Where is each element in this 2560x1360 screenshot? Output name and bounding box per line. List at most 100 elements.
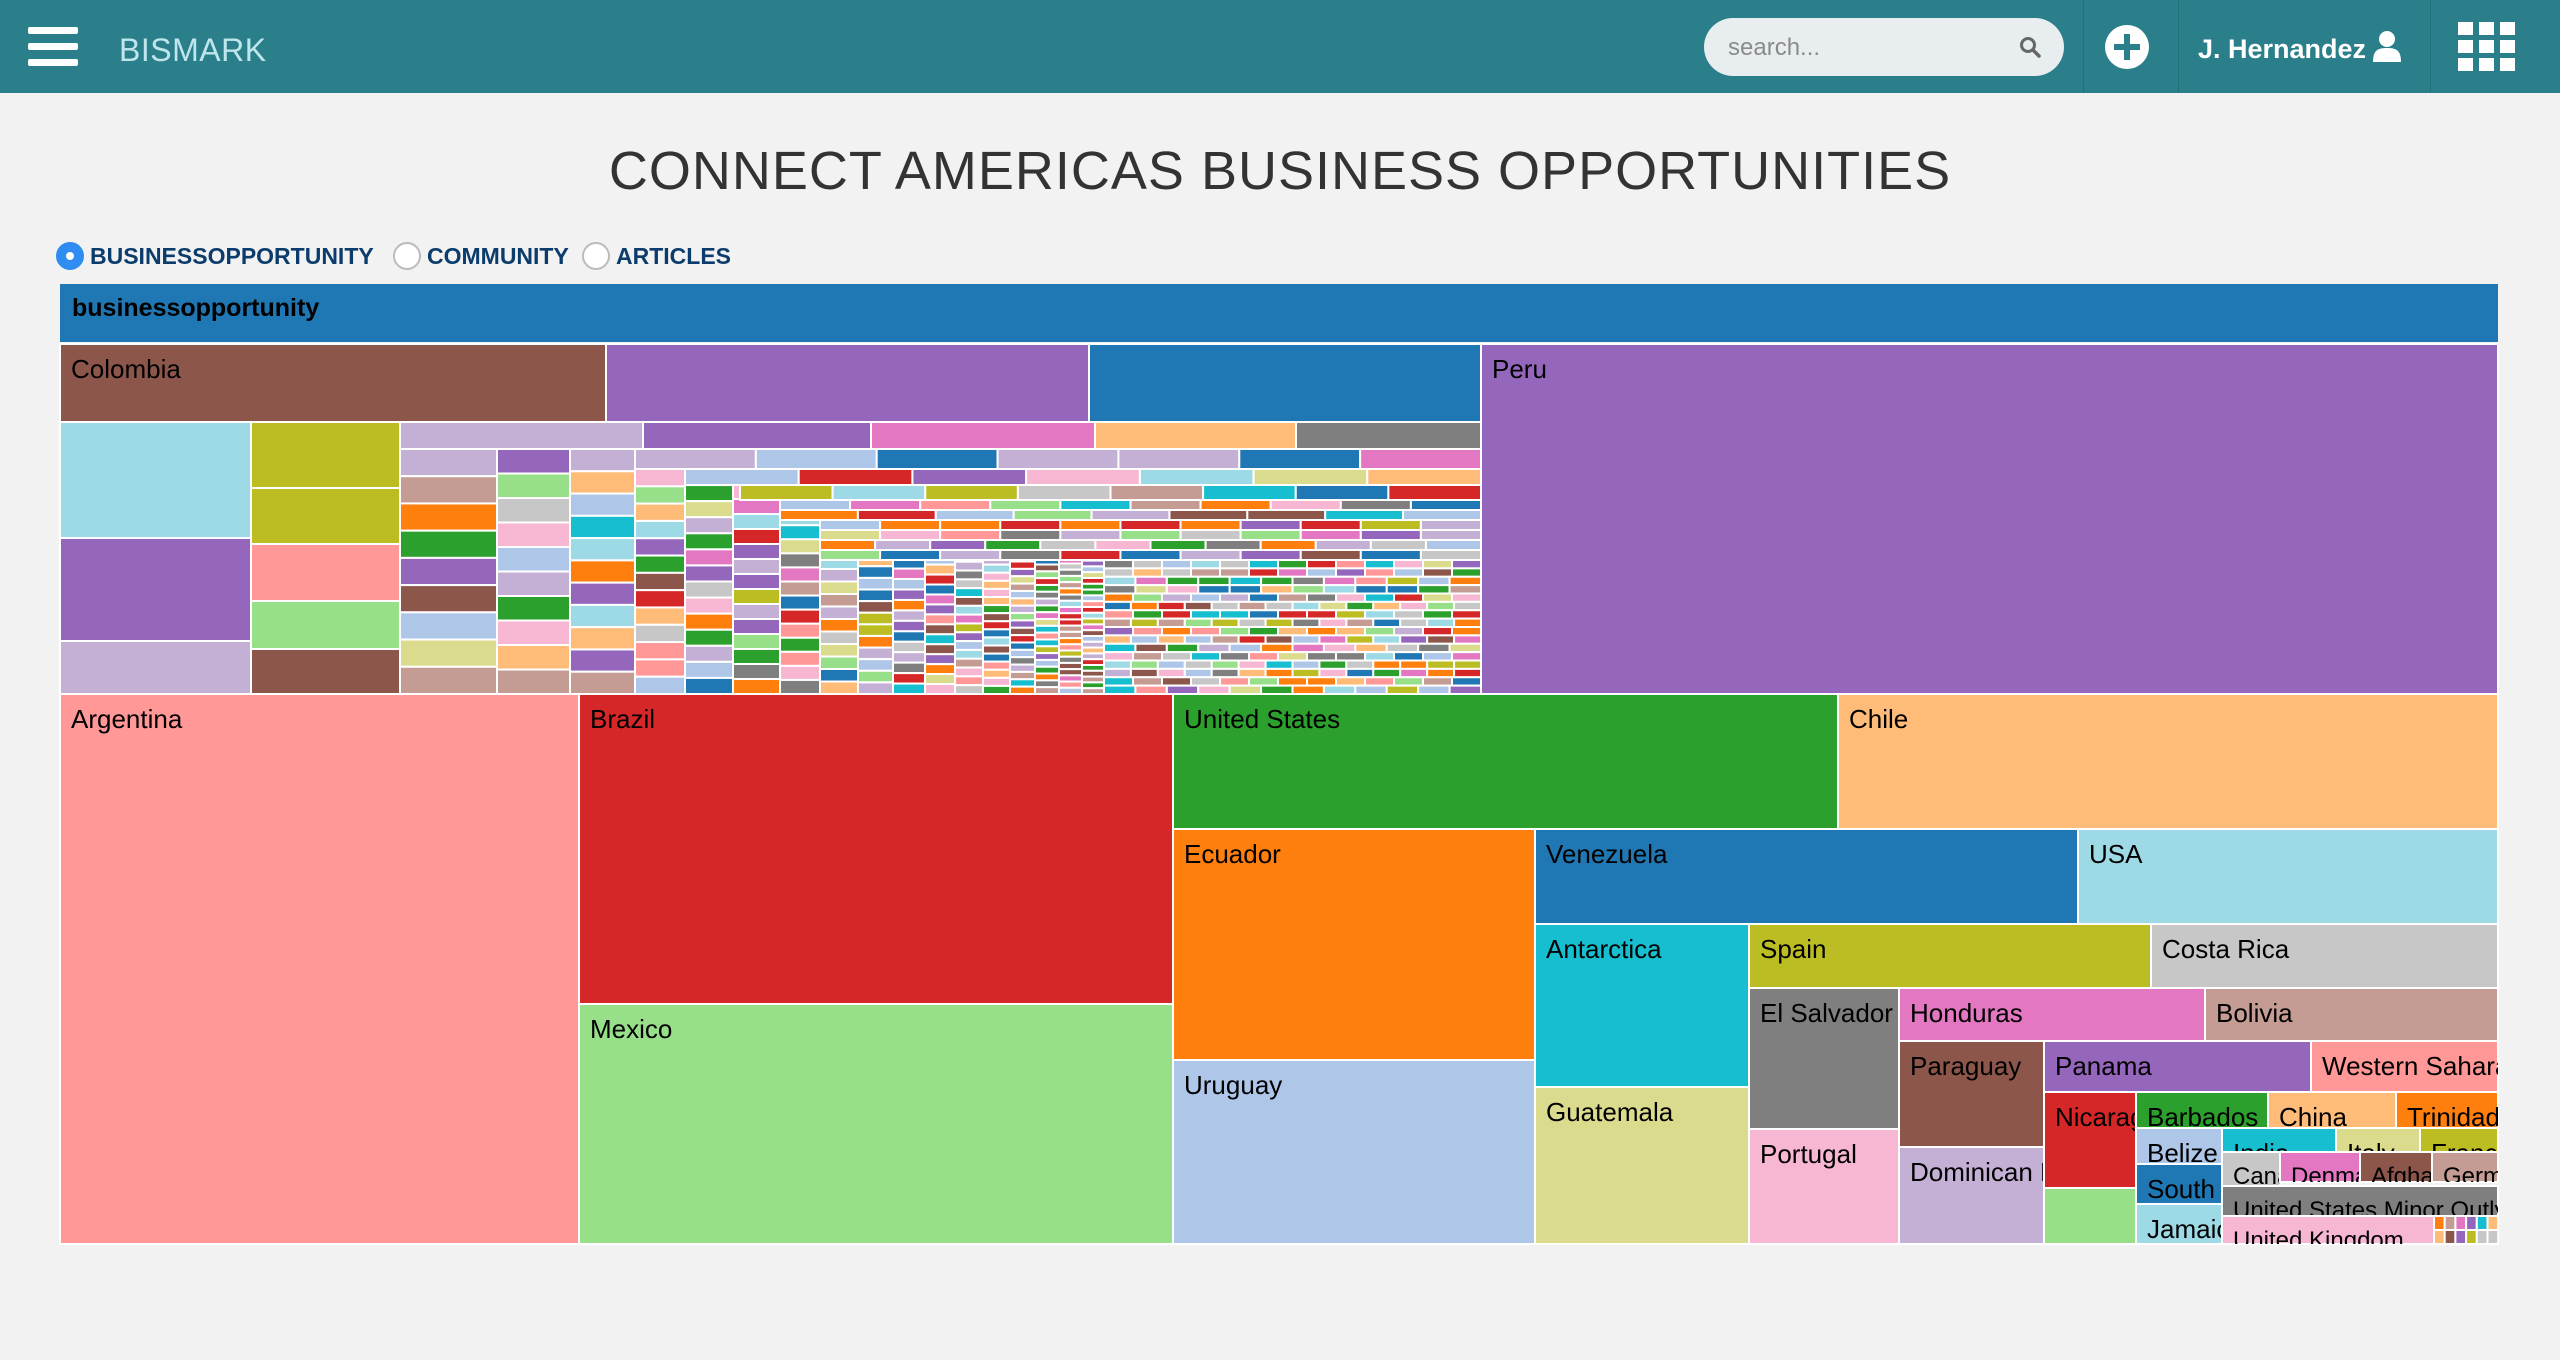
treemap-tile[interactable] bbox=[1132, 592, 1163, 603]
treemap-tile[interactable] bbox=[1059, 499, 1132, 511]
treemap-tile[interactable] bbox=[1277, 559, 1308, 570]
treemap-tile[interactable] bbox=[1103, 676, 1134, 687]
treemap-tile[interactable] bbox=[857, 600, 894, 614]
treemap-tile[interactable] bbox=[250, 600, 401, 650]
treemap-tile[interactable] bbox=[879, 529, 942, 541]
treemap-tile[interactable] bbox=[684, 612, 734, 631]
treemap-tile[interactable] bbox=[939, 519, 1002, 531]
treemap-tile[interactable] bbox=[1354, 684, 1388, 695]
treemap-tile[interactable] bbox=[1259, 539, 1317, 551]
treemap-tile[interactable] bbox=[982, 668, 1011, 679]
treemap-tile[interactable] bbox=[1034, 686, 1060, 695]
treemap-tile[interactable] bbox=[732, 678, 781, 695]
treemap-tile[interactable] bbox=[857, 658, 894, 672]
treemap-tile[interactable] bbox=[634, 448, 757, 470]
treemap-tile[interactable] bbox=[1426, 617, 1456, 628]
treemap-tile[interactable] bbox=[1156, 617, 1186, 628]
treemap-tile[interactable] bbox=[1306, 559, 1337, 570]
treemap-tile[interactable] bbox=[684, 532, 734, 551]
treemap-tile[interactable] bbox=[1009, 619, 1036, 629]
treemap-tile[interactable] bbox=[1451, 609, 1482, 620]
treemap-tile[interactable] bbox=[924, 623, 956, 636]
treemap-tile[interactable] bbox=[1451, 676, 1482, 687]
treemap-tile[interactable] bbox=[1129, 659, 1159, 670]
treemap-tile[interactable] bbox=[569, 514, 636, 540]
treemap-tile[interactable] bbox=[1190, 609, 1221, 620]
treemap-tile[interactable] bbox=[1264, 659, 1294, 670]
treemap-tile[interactable] bbox=[1372, 667, 1402, 679]
treemap-tile[interactable] bbox=[1306, 592, 1337, 603]
treemap-tile[interactable] bbox=[892, 567, 926, 581]
treemap-tile[interactable] bbox=[1179, 529, 1242, 541]
treemap-tile[interactable] bbox=[1260, 684, 1294, 695]
treemap-tile[interactable] bbox=[1103, 600, 1132, 612]
treemap-tile-paraguay[interactable] bbox=[1898, 1040, 2045, 1148]
treemap-tile[interactable] bbox=[1034, 665, 1060, 675]
treemap-tile[interactable] bbox=[1424, 539, 1482, 551]
treemap-tile[interactable] bbox=[1034, 597, 1060, 607]
add-icon[interactable] bbox=[2104, 24, 2150, 70]
treemap-tile-italy[interactable] bbox=[2335, 1127, 2421, 1153]
treemap-tile[interactable] bbox=[879, 549, 942, 561]
treemap-tile[interactable] bbox=[250, 543, 401, 602]
treemap-tile[interactable] bbox=[732, 648, 781, 665]
treemap-tile[interactable] bbox=[1277, 651, 1308, 662]
treemap-tile[interactable] bbox=[634, 589, 686, 609]
treemap-tile[interactable] bbox=[1399, 667, 1429, 679]
treemap-tile[interactable] bbox=[1291, 617, 1321, 628]
treemap-tile[interactable] bbox=[924, 573, 956, 586]
treemap-tile[interactable] bbox=[1364, 592, 1395, 603]
treemap-tile[interactable] bbox=[1422, 559, 1453, 570]
treemap-tile[interactable] bbox=[1009, 575, 1036, 585]
treemap-tile[interactable] bbox=[569, 648, 636, 673]
treemap-tile[interactable] bbox=[634, 641, 686, 661]
treemap-tile[interactable] bbox=[1364, 626, 1395, 637]
treemap-tile[interactable] bbox=[1161, 651, 1192, 662]
treemap-tile[interactable] bbox=[399, 611, 498, 641]
treemap-tile[interactable] bbox=[779, 509, 859, 521]
treemap-tile[interactable] bbox=[1210, 634, 1240, 645]
treemap-tile[interactable] bbox=[1009, 670, 1036, 681]
treemap-tile[interactable] bbox=[634, 485, 686, 505]
treemap-tile[interactable] bbox=[911, 468, 1028, 486]
treemap-tile-portugal[interactable] bbox=[1748, 1128, 1900, 1245]
treemap-tile[interactable] bbox=[684, 548, 734, 567]
treemap-tile[interactable] bbox=[1417, 684, 1451, 695]
treemap-tile[interactable] bbox=[1369, 539, 1427, 551]
treemap-tile[interactable] bbox=[1264, 617, 1294, 628]
treemap-tile[interactable] bbox=[1088, 343, 1482, 423]
treemap-tile[interactable] bbox=[59, 537, 252, 642]
treemap-tile[interactable] bbox=[1417, 642, 1451, 654]
treemap-tile[interactable] bbox=[954, 613, 984, 625]
treemap-tile[interactable] bbox=[1239, 519, 1302, 531]
treemap-tile[interactable] bbox=[1039, 539, 1097, 551]
treemap-tile[interactable] bbox=[2443, 1215, 2457, 1231]
treemap-tile[interactable] bbox=[2454, 1229, 2468, 1245]
treemap-tile-south-korea[interactable] bbox=[2135, 1163, 2223, 1205]
treemap-tile[interactable] bbox=[857, 634, 894, 649]
treemap-tile[interactable] bbox=[1134, 584, 1168, 595]
treemap-tile[interactable] bbox=[1264, 667, 1294, 679]
treemap-tile[interactable] bbox=[1451, 559, 1482, 570]
treemap-tile[interactable] bbox=[754, 448, 878, 470]
treemap-tile[interactable] bbox=[2465, 1215, 2478, 1231]
treemap-tile[interactable] bbox=[1399, 659, 1429, 670]
treemap-tile[interactable] bbox=[1417, 584, 1451, 595]
treemap-tile[interactable] bbox=[1393, 592, 1424, 603]
treemap-tile[interactable] bbox=[982, 660, 1011, 671]
treemap-tile[interactable] bbox=[892, 598, 926, 612]
treemap-tile[interactable] bbox=[1161, 676, 1192, 687]
treemap-tile[interactable] bbox=[1417, 575, 1451, 587]
treemap-tile[interactable] bbox=[250, 421, 401, 489]
treemap-tile[interactable] bbox=[1419, 549, 1482, 561]
treemap-tile[interactable] bbox=[1168, 509, 1249, 521]
treemap-tile[interactable] bbox=[1034, 583, 1060, 593]
treemap-tile[interactable] bbox=[496, 546, 571, 573]
treemap-tile[interactable] bbox=[496, 521, 571, 548]
treemap-tile[interactable] bbox=[1372, 600, 1402, 612]
treemap-tile[interactable] bbox=[1399, 634, 1429, 645]
treemap-tile[interactable] bbox=[924, 673, 956, 686]
treemap-tile[interactable] bbox=[2043, 1187, 2137, 1245]
treemap-tile[interactable] bbox=[1034, 652, 1060, 661]
treemap-tile[interactable] bbox=[1034, 672, 1060, 682]
